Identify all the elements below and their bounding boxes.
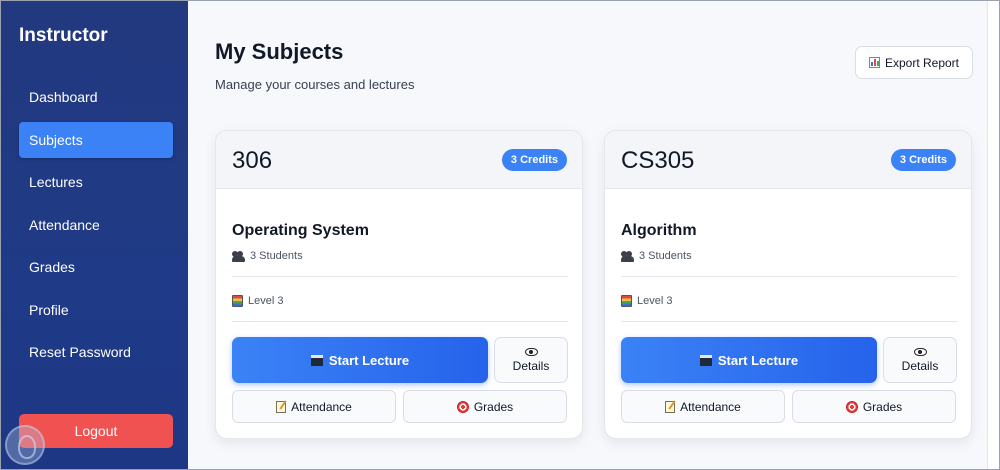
- grades-label: Grades: [862, 399, 903, 414]
- clapper-icon: [310, 354, 323, 366]
- sidebar-item-lectures[interactable]: Lectures: [19, 164, 173, 200]
- watermark-logo-icon: [5, 425, 45, 465]
- details-label: Details: [901, 358, 939, 373]
- students-count: 3 Students: [621, 250, 692, 262]
- divider: [232, 321, 568, 322]
- credits-badge: 3 Credits: [501, 149, 567, 171]
- start-lecture-button[interactable]: Start Lecture: [621, 337, 877, 383]
- sidebar-item-profile[interactable]: Profile: [19, 292, 173, 328]
- start-lecture-label: Start Lecture: [717, 352, 799, 368]
- eye-icon: [913, 347, 927, 356]
- sidebar-item-attendance[interactable]: Attendance: [19, 207, 173, 243]
- attendance-label: Attendance: [291, 399, 352, 414]
- sidebar: Instructor Dashboard Subjects Lectures A…: [1, 1, 188, 469]
- subject-code: CS305: [621, 147, 695, 174]
- attendance-button[interactable]: Attendance: [621, 390, 785, 423]
- attendance-button[interactable]: Attendance: [232, 390, 396, 423]
- export-report-label: Export Report: [884, 55, 960, 70]
- app-window: Instructor Dashboard Subjects Lectures A…: [0, 0, 1000, 470]
- divider: [621, 276, 957, 277]
- sidebar-item-subjects[interactable]: Subjects: [19, 121, 173, 158]
- students-count: 3 Students: [232, 250, 303, 262]
- page-subtitle: Manage your courses and lectures: [215, 77, 415, 92]
- sidebar-nav: Dashboard Subjects Lectures Attendance G…: [19, 79, 173, 377]
- level-info: Level 3: [621, 295, 672, 307]
- window-right-edge: [987, 1, 999, 469]
- divider: [232, 276, 568, 277]
- users-icon: [232, 250, 245, 262]
- page-title: My Subjects: [215, 39, 344, 64]
- level-label: Level 3: [248, 295, 284, 307]
- target-icon: [845, 400, 858, 413]
- start-lecture-label: Start Lecture: [328, 352, 410, 368]
- sidebar-item-dashboard[interactable]: Dashboard: [19, 79, 173, 115]
- grades-label: Grades: [473, 399, 514, 414]
- details-button[interactable]: Details: [883, 337, 957, 383]
- subject-name: Algorithm: [621, 222, 697, 239]
- books-icon: [232, 295, 243, 307]
- subject-name: Operating System: [232, 222, 369, 239]
- subject-card-header: 306 3 Credits: [216, 131, 582, 189]
- bar-chart-icon: [868, 57, 880, 68]
- credits-badge: 3 Credits: [890, 149, 956, 171]
- attendance-label: Attendance: [680, 399, 741, 414]
- sidebar-brand: Instructor: [19, 25, 108, 46]
- grades-button[interactable]: Grades: [403, 390, 567, 423]
- memo-icon: [276, 400, 287, 413]
- sidebar-item-grades[interactable]: Grades: [19, 249, 173, 285]
- subject-code: 306: [232, 147, 273, 174]
- users-icon: [621, 250, 634, 262]
- main-content: My Subjects Manage your courses and lect…: [188, 1, 989, 469]
- subject-card: CS305 3 Credits Algorithm 3 Students Lev…: [604, 130, 972, 439]
- students-label: 3 Students: [639, 250, 692, 262]
- target-icon: [456, 400, 469, 413]
- eye-icon: [524, 347, 538, 356]
- divider: [621, 321, 957, 322]
- details-button[interactable]: Details: [494, 337, 568, 383]
- subject-card-header: CS305 3 Credits: [605, 131, 971, 189]
- level-info: Level 3: [232, 295, 283, 307]
- level-label: Level 3: [637, 295, 673, 307]
- clapper-icon: [699, 354, 712, 366]
- export-report-button[interactable]: Export Report: [855, 46, 973, 79]
- memo-icon: [665, 400, 676, 413]
- start-lecture-button[interactable]: Start Lecture: [232, 337, 488, 383]
- grades-button[interactable]: Grades: [792, 390, 956, 423]
- details-label: Details: [512, 358, 550, 373]
- books-icon: [621, 295, 632, 307]
- subject-card: 306 3 Credits Operating System 3 Student…: [215, 130, 583, 439]
- students-label: 3 Students: [250, 250, 303, 262]
- sidebar-item-reset-password[interactable]: Reset Password: [19, 334, 173, 370]
